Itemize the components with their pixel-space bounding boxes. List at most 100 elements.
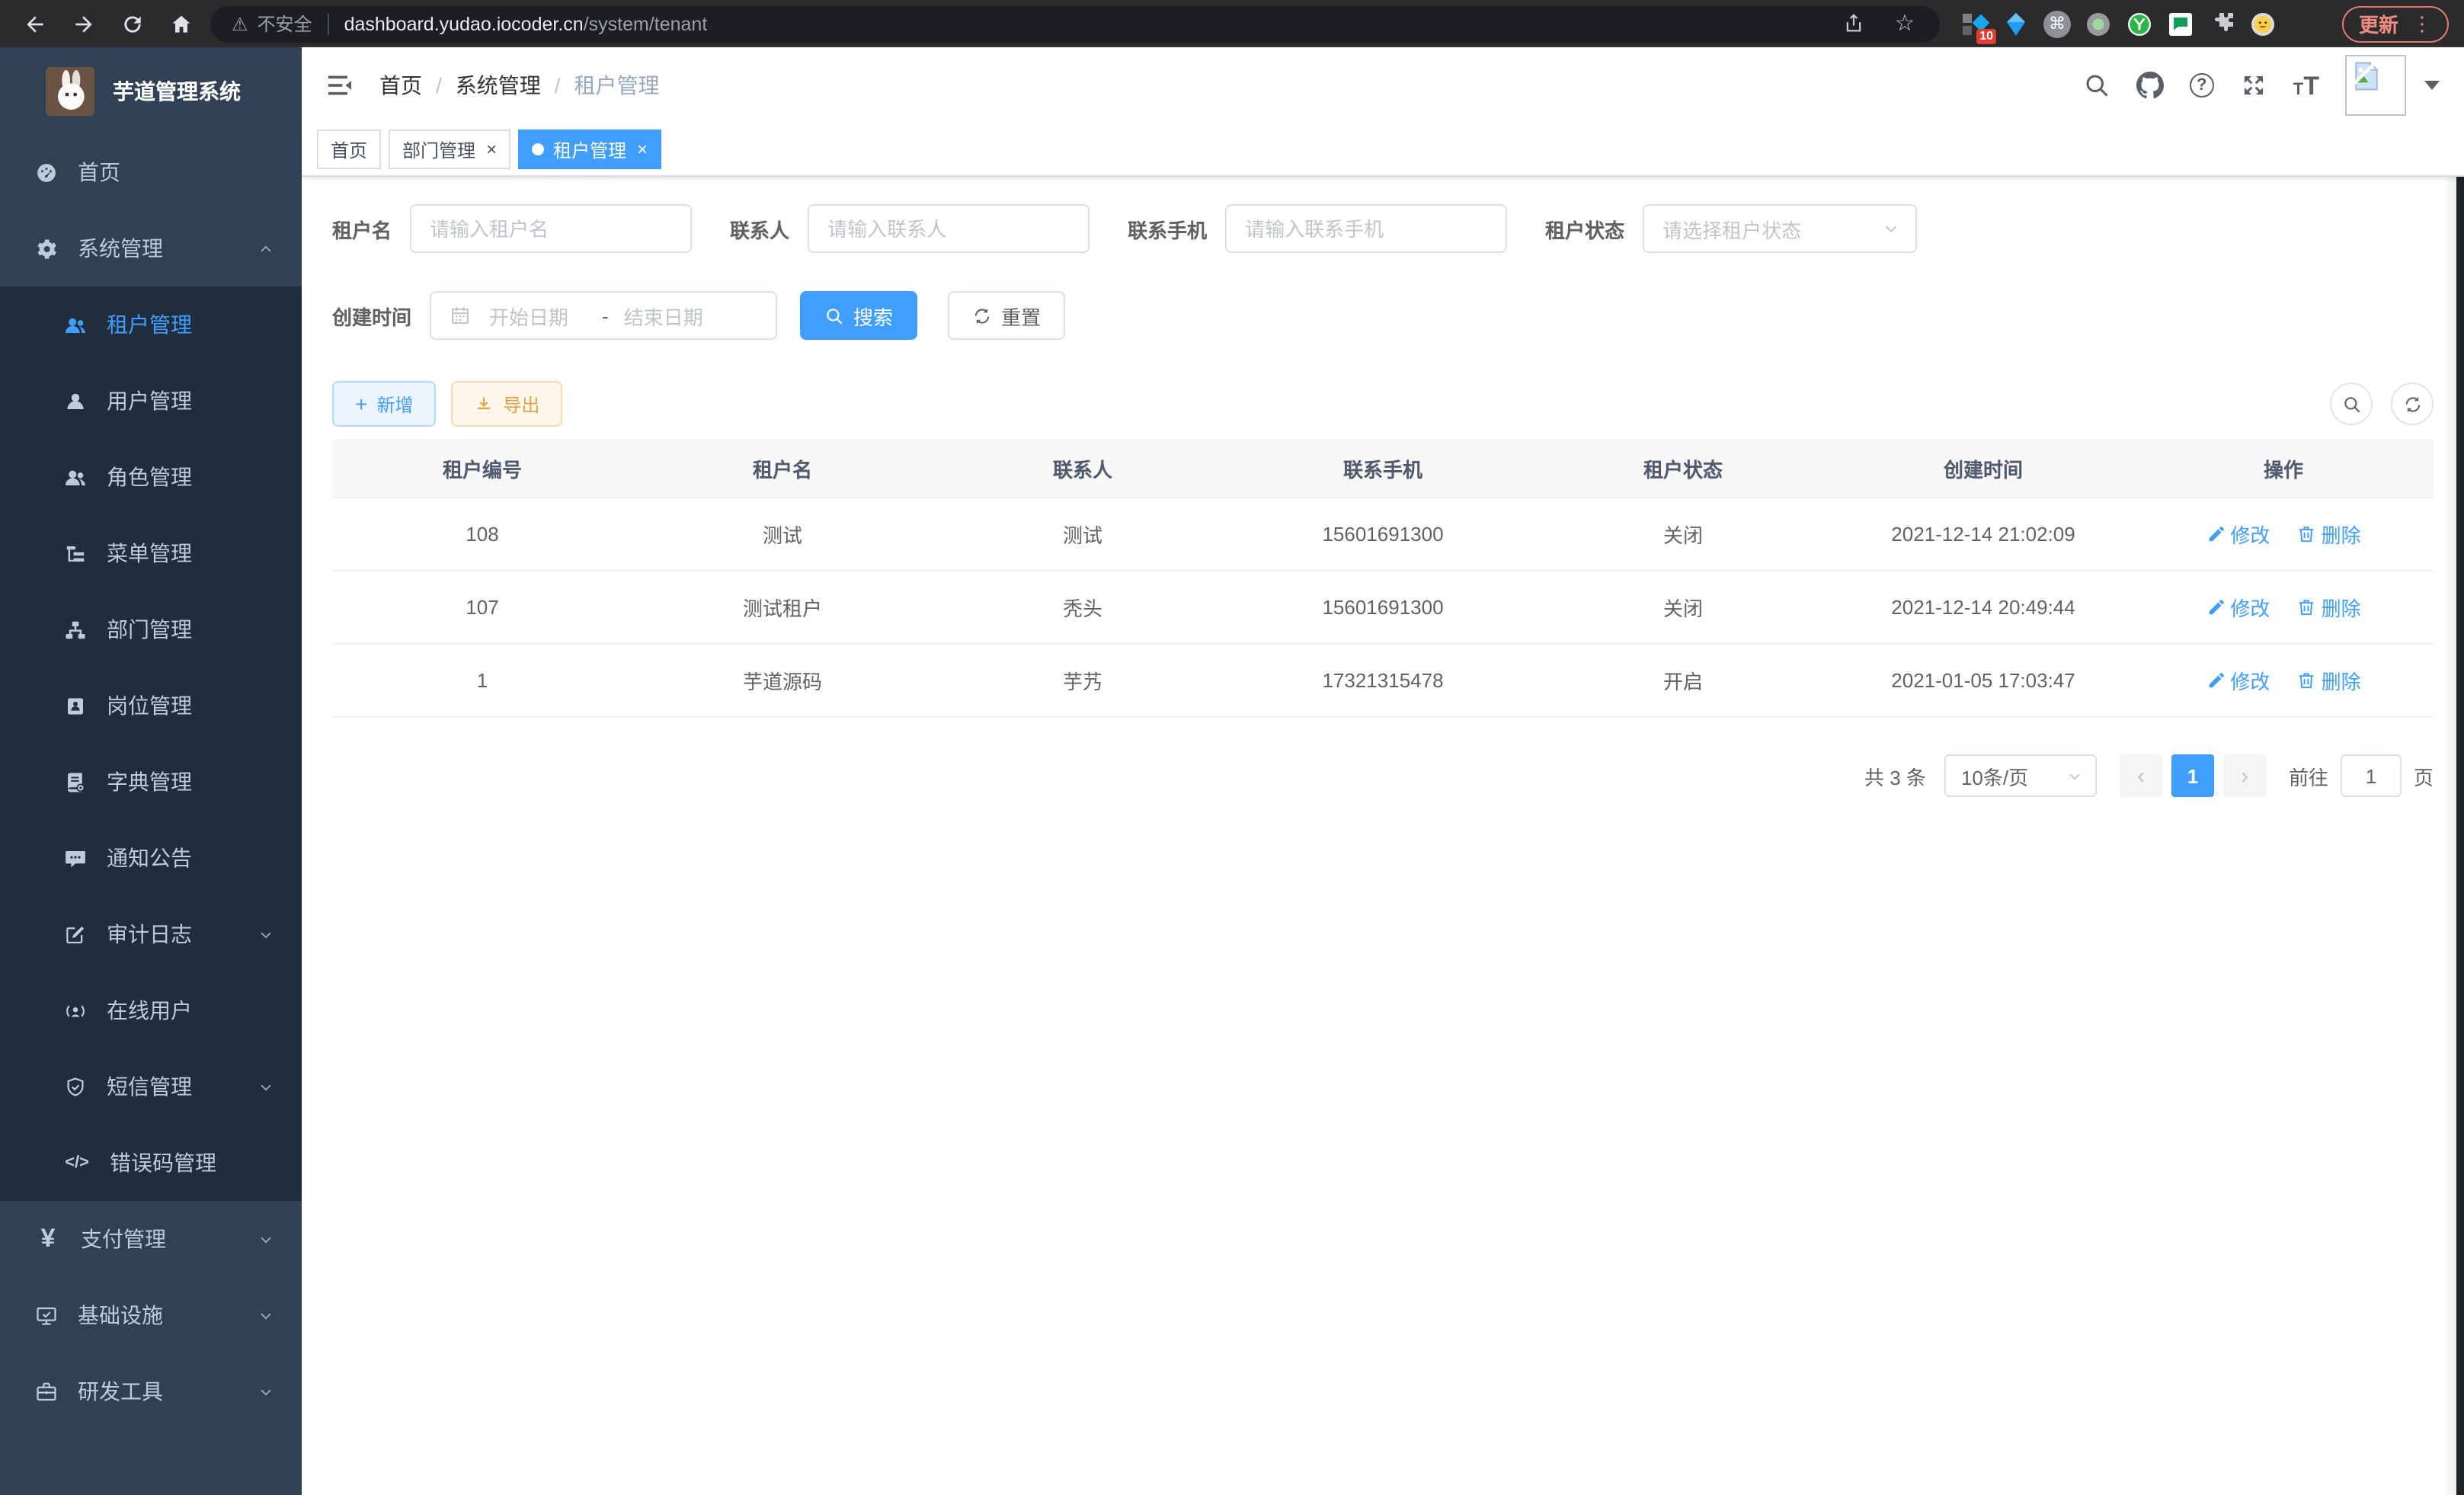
browser-update-button[interactable]: 更新 ⋮ xyxy=(2342,5,2449,42)
search-button[interactable]: 搜索 xyxy=(800,291,917,340)
current-page-button[interactable]: 1 xyxy=(2171,754,2214,797)
delete-link[interactable]: 删除 xyxy=(2297,666,2361,695)
sidebar-item-dev-tools[interactable]: 研发工具 xyxy=(0,1353,302,1429)
sidebar-toggle-button[interactable] xyxy=(325,70,355,101)
goto-page-input[interactable] xyxy=(2341,754,2402,797)
sidebar-logo[interactable]: 芋道管理系统 xyxy=(0,47,302,134)
browser-back-button[interactable] xyxy=(15,4,55,43)
cell-tenant-name: 测试租户 xyxy=(632,571,933,644)
edit-link[interactable]: 修改 xyxy=(2206,593,2270,622)
cell-create-time: 2021-12-14 20:49:44 xyxy=(1833,571,2133,644)
extension-icon-command[interactable]: ⌘ xyxy=(2043,10,2071,37)
help-icon[interactable]: ? xyxy=(2190,73,2214,98)
online-user-icon xyxy=(64,999,87,1022)
fullscreen-icon[interactable] xyxy=(2240,72,2267,99)
reset-button[interactable]: 重置 xyxy=(948,291,1065,340)
infrastructure-icon xyxy=(35,1304,58,1327)
cell-mobile: 15601691300 xyxy=(1233,498,1533,571)
sidebar-item-system-management[interactable]: 系统管理 xyxy=(0,210,302,287)
export-button[interactable]: 导出 xyxy=(451,381,562,427)
tags-view-bar: 首页 部门管理 × 租户管理 × xyxy=(302,123,2464,177)
close-icon[interactable]: × xyxy=(637,140,648,158)
cell-status: 关闭 xyxy=(1533,498,1833,571)
browser-menu-icon[interactable]: ⋮ xyxy=(2412,11,2432,36)
screen: ⚠ 不安全 dashboard.yudao.iocoder.cn /system… xyxy=(0,0,2464,1495)
avatar[interactable] xyxy=(2345,55,2406,116)
sidebar-item-role-management[interactable]: 角色管理 xyxy=(0,439,302,515)
sidebar-item-payment-management[interactable]: ¥ 支付管理 xyxy=(0,1201,302,1277)
chevron-down-icon xyxy=(258,926,274,943)
avatar-caret-down-icon[interactable] xyxy=(2424,81,2440,90)
sidebar-item-online-users[interactable]: 在线用户 xyxy=(0,972,302,1048)
audit-log-icon xyxy=(64,923,87,946)
trash-icon xyxy=(2297,597,2317,617)
status-select-placeholder: 请选择租户状态 xyxy=(1662,214,1801,243)
tab-department-management[interactable]: 部门管理 × xyxy=(389,130,510,169)
column-header: 租户名 xyxy=(632,439,933,498)
extension-icon-puzzle[interactable] xyxy=(2208,10,2235,37)
extension-icon-emoji[interactable] xyxy=(2249,10,2277,37)
extension-icon-chat[interactable] xyxy=(2167,10,2194,37)
dictionary-icon xyxy=(64,770,87,793)
tenant-name-input[interactable] xyxy=(410,204,692,253)
edit-link[interactable]: 修改 xyxy=(2206,520,2270,549)
tenant-table: 租户编号 租户名 联系人 联系手机 租户状态 创建时间 操作 108 测试 xyxy=(332,439,2434,718)
sidebar-item-error-code-management[interactable]: </> 错误码管理 xyxy=(0,1125,302,1201)
breadcrumb-system[interactable]: 系统管理 xyxy=(456,70,541,101)
address-bar[interactable]: ⚠ 不安全 dashboard.yudao.iocoder.cn /system… xyxy=(210,5,1940,42)
search-icon[interactable] xyxy=(2083,72,2110,99)
delete-link[interactable]: 删除 xyxy=(2297,593,2361,622)
column-header: 租户状态 xyxy=(1533,439,1833,498)
page-size-select[interactable]: 10条/页 xyxy=(1944,754,2097,797)
github-icon[interactable] xyxy=(2136,72,2164,99)
extension-icon-y[interactable] xyxy=(2126,10,2153,37)
trash-icon xyxy=(2297,524,2317,544)
share-icon[interactable] xyxy=(1839,10,1867,37)
edit-link[interactable]: 修改 xyxy=(2206,666,2270,695)
refresh-table-button[interactable] xyxy=(2391,383,2434,425)
cell-contact: 秃头 xyxy=(933,571,1233,644)
sidebar-item-department-management[interactable]: 部门管理 xyxy=(0,591,302,667)
table-header-row: 租户编号 租户名 联系人 联系手机 租户状态 创建时间 操作 xyxy=(332,439,2434,498)
goto-label: 前往 xyxy=(2289,761,2328,790)
sidebar-item-audit-log[interactable]: 审计日志 xyxy=(0,896,302,972)
contact-input[interactable] xyxy=(808,204,1090,253)
prev-page-button[interactable]: ‹ xyxy=(2120,754,2162,797)
delete-link[interactable]: 删除 xyxy=(2297,520,2361,549)
sidebar-item-dict-management[interactable]: 字典管理 xyxy=(0,744,302,820)
browser-reload-button[interactable] xyxy=(113,4,152,43)
browser-forward-button[interactable] xyxy=(64,4,104,43)
sidebar-item-home[interactable]: 首页 xyxy=(0,134,302,210)
show-search-toggle-button[interactable] xyxy=(2330,383,2373,425)
create-time-range-input[interactable]: 开始日期 - 结束日期 xyxy=(430,291,777,340)
next-page-button[interactable]: › xyxy=(2223,754,2266,797)
mobile-input[interactable] xyxy=(1225,204,1507,253)
extension-icon-dot[interactable] xyxy=(2085,10,2112,37)
sidebar-item-notice[interactable]: 通知公告 xyxy=(0,820,302,896)
status-select[interactable]: 请选择租户状态 xyxy=(1643,204,1917,253)
security-label[interactable]: 不安全 xyxy=(258,11,312,37)
sidebar-item-sms-management[interactable]: 短信管理 xyxy=(0,1048,302,1125)
breadcrumb-home[interactable]: 首页 xyxy=(379,70,422,101)
sidebar-item-user-management[interactable]: 用户管理 xyxy=(0,363,302,439)
top-navbar: 首页 / 系统管理 / 租户管理 ? TT xyxy=(302,47,2464,123)
sidebar-item-menu-management[interactable]: 菜单管理 xyxy=(0,515,302,591)
bookmark-star-icon[interactable]: ☆ xyxy=(1891,10,1918,37)
browser-home-button[interactable] xyxy=(162,4,201,43)
sidebar-item-tenant-management[interactable]: 租户管理 xyxy=(0,287,302,363)
sidebar-item-label: 审计日志 xyxy=(107,919,192,949)
scrollbar[interactable] xyxy=(2456,47,2464,1495)
mobile-label: 联系手机 xyxy=(1128,214,1207,243)
extension-icon-squares[interactable]: 10 xyxy=(1961,10,1989,37)
chevron-up-icon xyxy=(258,240,274,257)
sidebar-item-label: 研发工具 xyxy=(78,1376,163,1407)
tab-home[interactable]: 首页 xyxy=(317,130,381,169)
tab-tenant-management[interactable]: 租户管理 × xyxy=(518,130,661,169)
font-size-icon[interactable]: TT xyxy=(2293,72,2319,98)
close-icon[interactable]: × xyxy=(486,140,497,158)
page-content: 租户名 联系人 联系手机 租户状态 请选择租户状态 xyxy=(302,177,2464,1495)
sidebar-item-post-management[interactable]: 岗位管理 xyxy=(0,667,302,744)
add-button[interactable]: + 新增 xyxy=(332,381,436,427)
sidebar-item-infrastructure[interactable]: 基础设施 xyxy=(0,1277,302,1353)
extension-icon-kite[interactable] xyxy=(2002,10,2030,37)
